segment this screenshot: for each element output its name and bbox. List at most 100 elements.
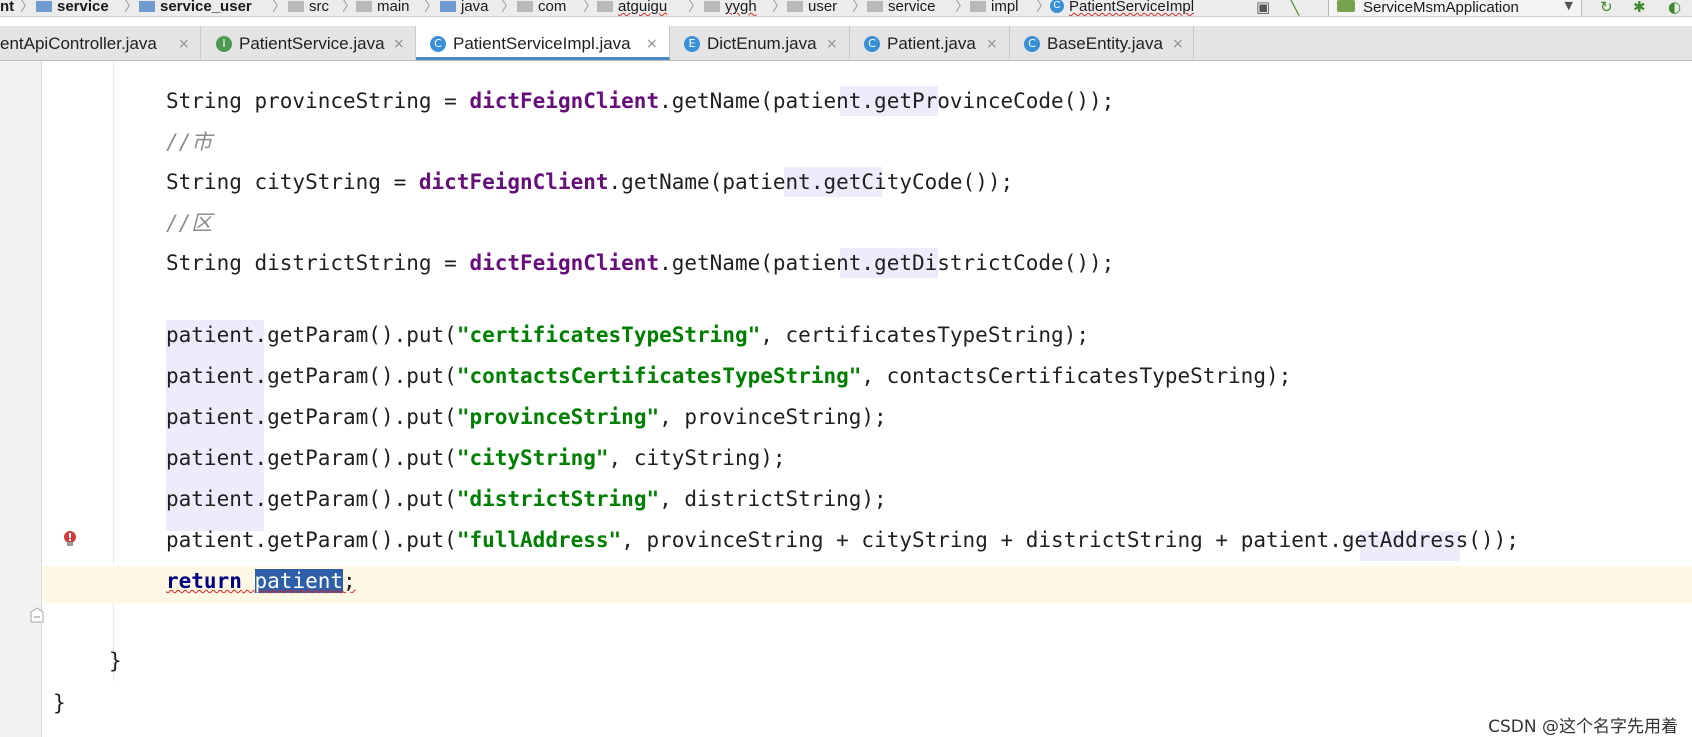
class-icon: C: [430, 36, 446, 52]
code-line[interactable]: String cityString = dictFeignClient.getN…: [0, 171, 1692, 193]
breadcrumb-item-service[interactable]: service: [36, 0, 109, 16]
code-text: .getName(: [659, 89, 773, 113]
tab-apicontroller[interactable]: entApiController.java ×: [0, 26, 201, 60]
breadcrumb-item-java[interactable]: java: [440, 0, 489, 16]
breadcrumb-item-user[interactable]: user: [787, 0, 837, 16]
close-icon[interactable]: ×: [646, 34, 658, 54]
code-line[interactable]: String provinceString = dictFeignClient.…: [0, 90, 1692, 112]
code-text: .getParam().put(: [254, 364, 457, 388]
field-token: dictFeignClient: [469, 251, 660, 275]
breadcrumb-item-atguigu[interactable]: atguigu: [597, 0, 667, 16]
code-text: .getParam().put(: [254, 323, 457, 347]
module-icon: [36, 1, 52, 12]
breadcrumb-label: PatientServiceImpl: [1069, 0, 1195, 15]
code-text: , cityString);: [608, 446, 786, 470]
code-text: .getParam().put(: [254, 528, 457, 552]
code-line[interactable]: }: [0, 692, 1692, 714]
keyword-token: return: [166, 569, 242, 593]
breadcrumb-separator: 〉: [772, 0, 786, 14]
code-line[interactable]: patient.getParam().put("cityString", cit…: [0, 447, 1692, 469]
close-icon[interactable]: ×: [393, 34, 405, 54]
breadcrumb-item-project[interactable]: nt: [0, 0, 14, 16]
code-text: , provinceString + cityString + district…: [621, 528, 1241, 552]
breadcrumb-separator: 〉: [342, 0, 356, 14]
tab-label: Patient.java: [887, 34, 976, 53]
breadcrumb-item-class[interactable]: C PatientServiceImpl: [1050, 0, 1194, 16]
code-text: .getName(: [608, 170, 723, 194]
breadcrumb-separator: 〉: [1036, 0, 1050, 14]
error-bulb-icon[interactable]: [63, 530, 77, 548]
code-text: , provinceString);: [659, 405, 887, 429]
code-text: , districtString);: [659, 487, 887, 511]
package-icon: [704, 1, 720, 12]
editor-tab-bar: entApiController.java × I PatientService…: [0, 26, 1692, 61]
breadcrumb-item-yygh[interactable]: yygh: [704, 0, 757, 16]
editor-gutter[interactable]: [0, 61, 42, 737]
run-configuration-select[interactable]: ServiceMsmApplication ▼: [1328, 0, 1582, 16]
comment-text: //市: [166, 130, 213, 154]
string-literal: "certificatesTypeString": [456, 323, 761, 347]
watermark: CSDN @这个名字先用着: [1488, 717, 1678, 737]
breadcrumb-separator: 〉: [424, 0, 438, 14]
tab-patientservice[interactable]: I PatientService.java ×: [201, 26, 416, 60]
code-line[interactable]: patient.getParam().put("fullAddress", pr…: [0, 529, 1692, 551]
variable-token: patient: [166, 487, 255, 511]
variable-token: patient: [166, 323, 255, 347]
tab-baseentity[interactable]: C BaseEntity.java ×: [1010, 26, 1194, 60]
application-icon: [1337, 0, 1355, 12]
code-comment[interactable]: //市: [0, 131, 1692, 153]
breadcrumb-label: main: [377, 0, 410, 15]
code-comment[interactable]: //区: [0, 212, 1692, 234]
close-icon[interactable]: ×: [826, 34, 838, 54]
code-line[interactable]: String districtString = dictFeignClient.…: [0, 252, 1692, 274]
close-icon[interactable]: ×: [986, 34, 998, 54]
code-editor[interactable]: String provinceString = dictFeignClient.…: [0, 61, 1692, 737]
breadcrumb-separator: 〉: [20, 0, 34, 14]
rerun-icon[interactable]: ↻: [1600, 0, 1613, 15]
breadcrumb-separator: 〉: [272, 0, 286, 14]
string-literal: "provinceString": [456, 405, 660, 429]
variable-token: patient: [772, 251, 862, 275]
breadcrumb-item-main[interactable]: main: [356, 0, 410, 16]
code-line[interactable]: }: [0, 650, 1692, 672]
breadcrumb-label: service: [888, 0, 936, 15]
code-text: .getParam().put(: [254, 446, 457, 470]
folder-icon: [440, 1, 456, 12]
class-icon: C: [1024, 36, 1040, 52]
debug-icon[interactable]: ✱: [1633, 0, 1646, 15]
breadcrumb-item-impl[interactable]: impl: [970, 0, 1019, 16]
fold-icon[interactable]: [30, 607, 44, 623]
selected-text[interactable]: patient: [254, 569, 344, 593]
breadcrumb-separator: 〉: [583, 0, 597, 14]
tab-patient[interactable]: C Patient.java ×: [850, 26, 1010, 60]
code-text: String provinceString =: [166, 89, 470, 113]
code-line[interactable]: patient.getParam().put("certificatesType…: [0, 324, 1692, 346]
breadcrumb-item-service-user[interactable]: service_user: [139, 0, 252, 16]
variable-token: patient: [772, 89, 862, 113]
navigation-bar: nt 〉 service 〉 service_user 〉 src 〉 main…: [0, 0, 1692, 17]
breadcrumb-item-service-pkg[interactable]: service: [867, 0, 936, 16]
package-icon: [517, 1, 533, 12]
breadcrumb-label: impl: [991, 0, 1019, 15]
code-line[interactable]: patient.getParam().put("districtString",…: [0, 488, 1692, 510]
tab-patientserviceimpl[interactable]: C PatientServiceImpl.java ×: [416, 26, 670, 60]
tab-dictenum[interactable]: E DictEnum.java ×: [670, 26, 850, 60]
tab-label: DictEnum.java: [707, 34, 817, 53]
breadcrumb-item-com[interactable]: com: [517, 0, 566, 16]
close-icon[interactable]: ×: [178, 34, 190, 54]
hammer-icon[interactable]: ╲: [1290, 0, 1299, 15]
code-text: , certificatesTypeString);: [760, 323, 1089, 347]
breadcrumb-separator: 〉: [852, 0, 866, 14]
variable-token: patient: [166, 528, 255, 552]
code-text: .getName(: [659, 251, 773, 275]
code-line[interactable]: patient.getParam().put("provinceString",…: [0, 406, 1692, 428]
field-token: dictFeignClient: [418, 170, 609, 194]
close-icon[interactable]: ×: [1172, 34, 1184, 54]
code-line[interactable]: patient.getParam().put("contactsCertific…: [0, 365, 1692, 387]
string-literal: "districtString": [456, 487, 660, 511]
coverage-icon[interactable]: ◐: [1668, 0, 1681, 15]
breadcrumb-item-src[interactable]: src: [288, 0, 329, 16]
code-line-current[interactable]: return patient;: [0, 569, 1692, 593]
build-icon[interactable]: ▣: [1256, 0, 1270, 15]
field-token: dictFeignClient: [469, 89, 660, 113]
